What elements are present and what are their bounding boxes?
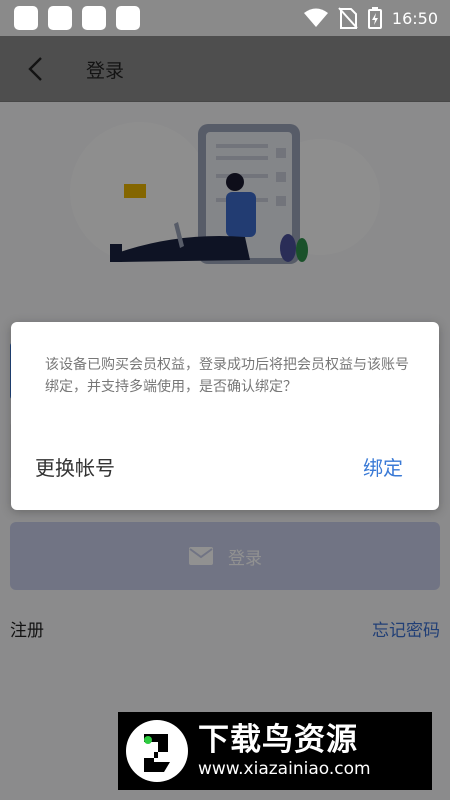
system-icons: 16:50: [303, 6, 438, 30]
bind-button[interactable]: 绑定: [363, 452, 403, 481]
no-sim-icon: [338, 7, 358, 29]
wifi-icon: [303, 8, 328, 27]
clock: 16:50: [391, 8, 438, 28]
notification-square-icon: [14, 6, 38, 30]
dialog-message: 该设备已购买会员权益，登录成功后将把会员权益与该账号绑定，并支持多端使用，是否确…: [45, 357, 409, 395]
switch-account-button[interactable]: 更换帐号: [35, 452, 115, 481]
watermark-url: www.xiazainiao.com: [198, 759, 371, 779]
battery-charging-icon: [367, 7, 382, 29]
status-bar: 16:50: [0, 0, 450, 36]
bird-logo-icon: [126, 720, 188, 782]
notification-square-icon: [116, 6, 140, 30]
bind-confirm-dialog: 该设备已购买会员权益，登录成功后将把会员权益与该账号绑定，并支持多端使用，是否确…: [11, 322, 439, 510]
watermark-title: 下载鸟资源: [198, 722, 358, 758]
notification-square-icon: [82, 6, 106, 30]
watermark-banner: 下载鸟资源 www.xiazainiao.com: [118, 712, 432, 790]
watermark-text: 下载鸟资源 www.xiazainiao.com: [198, 722, 371, 780]
notification-square-icon: [48, 6, 72, 30]
notification-icons: [14, 6, 140, 30]
